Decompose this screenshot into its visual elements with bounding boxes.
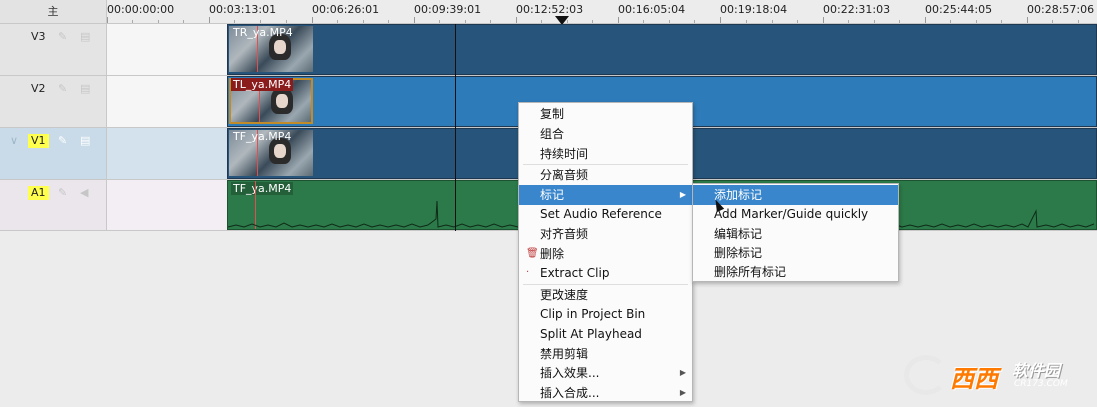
watermark-logo: 西西 软件园 CR173.COM [904,355,1079,395]
submenu-arrow-icon: ▶ [679,388,686,397]
ruler-timecode: 00:28:57:06 [1027,3,1095,16]
menu-item-group[interactable]: 组合 [519,124,692,144]
track-name: V3 [31,30,46,43]
track-name: V2 [31,82,46,95]
ruler-timecode: 00:25:44:05 [925,3,993,16]
menu-item-insert-composition[interactable]: 插入合成... ▶ [519,383,692,403]
menu-item-split-at-playhead[interactable]: Split At Playhead [519,324,692,344]
submenu-item-add-marker[interactable]: 添加标记 [693,185,898,205]
menu-item-align-audio[interactable]: 对齐音频 [519,224,692,244]
playhead-line[interactable] [455,24,456,231]
menu-item-extract-clip[interactable]: · Extract Clip [519,263,692,283]
ruler-timecode: 00:09:39:01 [414,3,482,16]
track-header-a1[interactable]: A1 ✎ ◀ [0,180,107,231]
edit-icon[interactable]: ✎ [58,187,70,199]
edit-icon[interactable]: ✎ [58,135,70,147]
track-lane-v3[interactable]: TR_ya.MP4 [107,24,1097,76]
trash-icon: 🗑 [526,248,539,259]
ruler-timecode: 00:06:26:01 [312,3,380,16]
menu-item-copy[interactable]: 复制 [519,104,692,124]
menu-item-clip-in-project-bin[interactable]: Clip in Project Bin [519,304,692,324]
ruler-timecode: 00:19:18:04 [720,3,788,16]
timeline-project-label: 主 [0,0,107,24]
track-name: V1 [28,134,49,148]
ruler-timecode: 00:03:13:01 [209,3,277,16]
track-header-v1[interactable]: ∨ V1 ✎ ▤ [0,128,107,180]
clip-title: TR_ya.MP4 [233,26,293,39]
track-header-v2[interactable]: V2 ✎ ▤ [0,76,107,128]
clip-context-menu: 复制 组合 持续时间 分离音频 标记 ▶ Set Audio Reference … [518,102,693,402]
clip-title: TL_ya.MP4 [231,78,294,91]
menu-item-split-audio[interactable]: 分离音频 [519,165,692,185]
film-icon[interactable]: ▤ [80,135,92,147]
menu-item-insert-effect[interactable]: 插入效果... ▶ [519,363,692,383]
track-header-v3[interactable]: V3 ✎ ▤ [0,24,107,76]
watermark-url: CR173.COM [1014,379,1068,389]
menu-item-disable-clip[interactable]: 禁用剪辑 [519,344,692,364]
submenu-arrow-icon: ▶ [679,368,686,377]
track-name: A1 [28,186,49,200]
extract-icon: · [526,267,530,278]
clip[interactable]: TR_ya.MP4 [227,24,1097,75]
markers-submenu: 添加标记 Add Marker/Guide quickly 编辑标记 删除标记 … [692,183,899,282]
menu-item-change-speed[interactable]: 更改速度 [519,285,692,305]
clip-title: TF_ya.MP4 [233,130,292,143]
submenu-item-delete-all-markers[interactable]: 删除所有标记 [693,262,898,282]
menu-item-duration[interactable]: 持续时间 [519,144,692,164]
submenu-item-delete-marker[interactable]: 删除标记 [693,243,898,263]
ruler-timecode: 00:22:31:03 [823,3,891,16]
ruler-timecode: 00:00:00:00 [107,3,175,16]
chevron-down-icon[interactable]: ∨ [10,135,22,147]
timeline-ruler[interactable]: 00:00:00:00 00:03:13:01 00:06:26:01 00:0… [107,0,1097,25]
edit-icon[interactable]: ✎ [58,31,70,43]
submenu-arrow-icon: ▶ [679,190,686,199]
menu-item-markers[interactable]: 标记 ▶ [519,185,692,205]
film-icon[interactable]: ▤ [80,83,92,95]
edit-icon[interactable]: ✎ [58,83,70,95]
menu-item-set-audio-reference[interactable]: Set Audio Reference [519,204,692,224]
watermark-brand: 西西 [950,365,998,393]
ruler-timecode: 00:12:52:03 [516,3,584,16]
watermark-c-icon [904,355,948,395]
menu-item-delete[interactable]: 🗑 删除 [519,244,692,264]
ruler-timecode: 00:16:05:04 [618,3,686,16]
watermark-soft: 软件园 [1012,361,1061,380]
speaker-icon[interactable]: ◀ [80,187,92,199]
submenu-item-edit-marker[interactable]: 编辑标记 [693,224,898,244]
film-icon[interactable]: ▤ [80,31,92,43]
